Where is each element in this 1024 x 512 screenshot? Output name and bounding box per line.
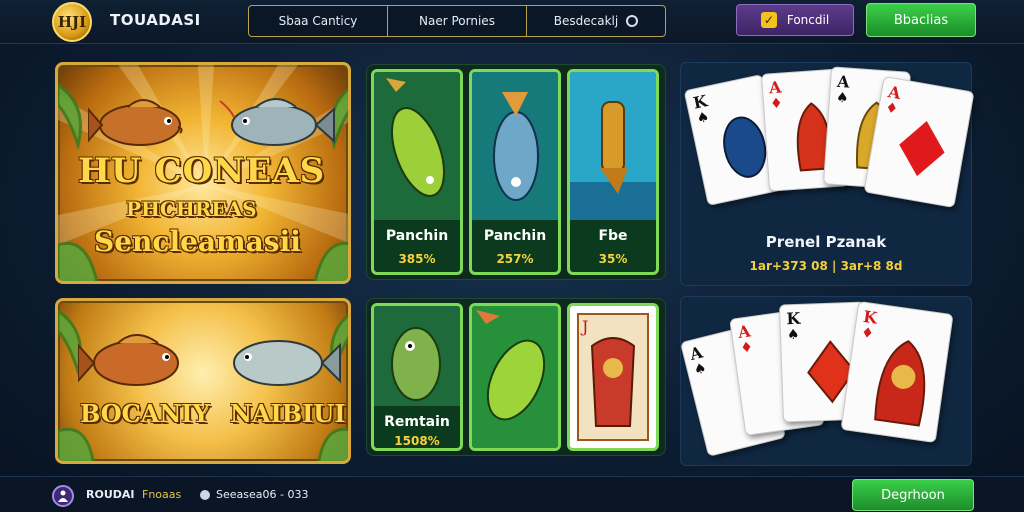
nav-item-label: Sbaa Canticy xyxy=(278,14,358,28)
svg-text:J: J xyxy=(580,317,588,336)
settings-icon[interactable] xyxy=(626,15,639,27)
tile-percent: 35% xyxy=(598,252,628,266)
playing-card: K ♦ xyxy=(840,300,954,444)
main-nav: Sbaa Canticy Naer Pornies Besdecaklj xyxy=(248,5,666,37)
fish-icon xyxy=(472,72,558,220)
user-glyph xyxy=(58,490,68,502)
card-art xyxy=(874,340,926,427)
fish-icon xyxy=(374,306,460,406)
card-suit: ♦ xyxy=(739,339,754,357)
game-tile[interactable]: Remtain 1508% xyxy=(371,303,463,451)
promo-banner-2[interactable]: BOCANIY NAIBIUI xyxy=(55,298,351,464)
card-suit: ♦ xyxy=(860,324,875,343)
game-tile[interactable]: J xyxy=(567,303,659,451)
nav-item-1[interactable]: Sbaa Canticy xyxy=(249,6,388,36)
card-rank: A xyxy=(836,71,851,92)
game-tile[interactable] xyxy=(469,303,561,451)
card-panel-title: Prenel Pzanak xyxy=(765,233,887,251)
tile-label: Panchin xyxy=(385,228,449,244)
fish-icon xyxy=(78,334,179,386)
action-button-label: Degrhoon xyxy=(881,487,945,503)
secondary-button[interactable]: ✓ Foncdil xyxy=(736,4,854,36)
check-icon: ✓ xyxy=(760,12,777,28)
tile-label: Fbe xyxy=(598,228,628,244)
promo-title: HU CONEAS xyxy=(78,151,326,191)
nav-item-label: Besdecaklj xyxy=(553,14,619,28)
card-panel-odds: 1ar+373 08 | 3ar+8 8d xyxy=(749,259,903,273)
bottom-bar: ROUDAI Fnoaas Seeasea06 - 033 Degrhoon xyxy=(0,476,1024,512)
fish-icon xyxy=(88,99,183,146)
user-icon[interactable] xyxy=(52,485,74,507)
card-panel-bottom[interactable]: A ♠ A ♦ K ♠ K ♦ xyxy=(679,296,972,466)
game-tile[interactable]: Fbe 35% xyxy=(567,69,659,275)
fish-icon xyxy=(374,72,460,220)
card-rank: A xyxy=(768,77,783,98)
promo-tagline: Sencleamasii xyxy=(94,225,301,258)
card-suit: ♦ xyxy=(884,99,900,118)
card-suit: ♦ xyxy=(769,95,784,113)
tile-percent: 385% xyxy=(398,252,436,266)
action-button[interactable]: Degrhoon xyxy=(852,479,974,511)
fish-icon xyxy=(472,306,558,448)
username: ROUDAI xyxy=(86,488,135,501)
card-suit: ♠ xyxy=(692,360,709,379)
promo-word-left: BOCANIY xyxy=(80,399,210,428)
promo-banner-1[interactable]: HU CONEAS PHCHREAS Sencleamasii xyxy=(55,62,351,284)
balance-text: Seeasea06 - 033 xyxy=(216,488,309,501)
game-tiles-row-2: Remtain 1508% J xyxy=(366,298,666,456)
logo-text: HJI xyxy=(57,13,87,31)
nav-item-2[interactable]: Naer Pornies xyxy=(388,6,527,36)
nav-item-label: Naer Pornies xyxy=(419,14,495,28)
top-bar: HJI TOUADASI Sbaa Canticy Naer Pornies B… xyxy=(0,0,1024,44)
tile-label: Panchin xyxy=(483,228,547,244)
primary-button[interactable]: Bbaclias xyxy=(866,3,976,37)
treasure-icon xyxy=(570,72,656,220)
diamond-icon xyxy=(899,121,945,177)
card-suit: ♠ xyxy=(695,109,711,128)
game-tile[interactable]: Panchin 257% xyxy=(469,69,561,275)
card-rank: K xyxy=(786,308,801,329)
card-suit: ♠ xyxy=(835,89,850,107)
nav-item-3[interactable]: Besdecaklj xyxy=(527,6,665,36)
game-tiles-row-1: Panchin 385% Panchin 257% Fbe 35% xyxy=(366,64,666,280)
tile-label: Remtain xyxy=(384,414,450,430)
queen-card-icon: J xyxy=(577,313,649,441)
primary-button-label: Bbaclias xyxy=(893,12,949,28)
tile-percent: 1508% xyxy=(394,434,440,448)
user-status: Fnoaas xyxy=(142,488,182,501)
tile-percent: 257% xyxy=(496,252,534,266)
logo-icon[interactable]: HJI xyxy=(52,2,92,42)
playing-card: A ♦ xyxy=(863,75,975,209)
game-tile[interactable]: Panchin 385% xyxy=(371,69,463,275)
brand-name: TOUADASI xyxy=(110,11,201,29)
balance-icon xyxy=(200,490,210,500)
secondary-button-label: Foncdil xyxy=(786,13,830,27)
fish-icon xyxy=(219,98,335,146)
card-panel-top[interactable]: K ♠ A ♦ A ♠ A ♦ Prenel Pzanak 1ar+373 08… xyxy=(680,62,975,286)
card-suit: ♠ xyxy=(786,326,800,344)
fish-icon xyxy=(233,340,341,386)
promo-word-right: NAIBIUI xyxy=(230,399,346,428)
promo-subtitle: PHCHREAS xyxy=(126,197,257,221)
